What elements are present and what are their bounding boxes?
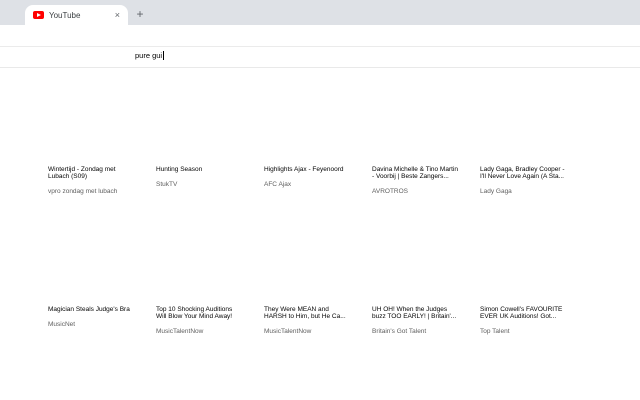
youtube-page: pure gui Wintertijd - Zondag met Lubach … bbox=[0, 47, 640, 400]
video-item[interactable]: UH OH! When the Judges buzz TOO EARLY! |… bbox=[372, 306, 472, 335]
video-title[interactable]: Highlights Ajax - Feyenoord bbox=[264, 166, 364, 173]
search-text: pure gui bbox=[135, 51, 163, 60]
video-channel[interactable]: AVROTROS bbox=[372, 188, 472, 195]
video-item[interactable]: Magician Steals Judge's Bra MusicNet bbox=[48, 306, 148, 328]
video-channel[interactable]: Lady Gaga bbox=[480, 188, 580, 195]
video-title[interactable]: Lady Gaga, Bradley Cooper - I'll Never L… bbox=[480, 166, 580, 180]
video-title[interactable]: Simon Cowell's FAVOURITE EVER UK Auditio… bbox=[480, 306, 580, 320]
video-title[interactable]: Magician Steals Judge's Bra bbox=[48, 306, 148, 313]
search-divider bbox=[0, 67, 640, 68]
video-item[interactable]: Hunting Season StukTV bbox=[156, 166, 256, 188]
tab-youtube[interactable]: YouTube × bbox=[25, 5, 128, 25]
video-channel[interactable]: Britain's Got Talent bbox=[372, 328, 472, 335]
browser-window: YouTube × + https://www.youtube.com ☆ ⋮ bbox=[0, 0, 640, 400]
video-title[interactable]: Davina Michelle & Tino Martin - Voorbij … bbox=[372, 166, 472, 180]
video-title[interactable]: They Were MEAN and HARSH to Him, but He … bbox=[264, 306, 364, 320]
video-channel[interactable]: MusicTalentNow bbox=[264, 328, 364, 335]
video-title[interactable]: Wintertijd - Zondag met Lubach (S09) bbox=[48, 166, 148, 180]
video-title[interactable]: Top 10 Shocking Auditions Will Blow Your… bbox=[156, 306, 256, 320]
tab-title: YouTube bbox=[49, 10, 81, 20]
browser-toolbar: https://www.youtube.com ☆ ⋮ bbox=[0, 25, 640, 68]
video-item[interactable]: Lady Gaga, Bradley Cooper - I'll Never L… bbox=[480, 166, 580, 195]
video-channel[interactable]: vpro zondag met lubach bbox=[48, 188, 148, 195]
video-item[interactable]: Highlights Ajax - Feyenoord AFC Ajax bbox=[264, 166, 364, 188]
video-channel[interactable]: Top Talent bbox=[480, 328, 580, 335]
video-title[interactable]: UH OH! When the Judges buzz TOO EARLY! |… bbox=[372, 306, 472, 320]
video-item[interactable]: They Were MEAN and HARSH to Him, but He … bbox=[264, 306, 364, 335]
video-item[interactable]: Davina Michelle & Tino Martin - Voorbij … bbox=[372, 166, 472, 195]
video-title[interactable]: Hunting Season bbox=[156, 166, 256, 173]
video-item[interactable]: Top 10 Shocking Auditions Will Blow Your… bbox=[156, 306, 256, 335]
new-tab-button[interactable]: + bbox=[131, 6, 149, 24]
text-cursor bbox=[163, 51, 165, 60]
video-item[interactable]: Wintertijd - Zondag met Lubach (S09) vpr… bbox=[48, 166, 148, 195]
video-channel[interactable]: AFC Ajax bbox=[264, 181, 364, 188]
search-input[interactable]: pure gui bbox=[135, 51, 165, 60]
tab-close-icon[interactable]: × bbox=[113, 10, 122, 21]
video-channel[interactable]: MusicTalentNow bbox=[156, 328, 256, 335]
video-channel[interactable]: StukTV bbox=[156, 181, 256, 188]
video-item[interactable]: Simon Cowell's FAVOURITE EVER UK Auditio… bbox=[480, 306, 580, 335]
video-channel[interactable]: MusicNet bbox=[48, 321, 148, 328]
tab-strip: YouTube × + bbox=[0, 0, 640, 25]
youtube-favicon-icon bbox=[33, 11, 44, 19]
